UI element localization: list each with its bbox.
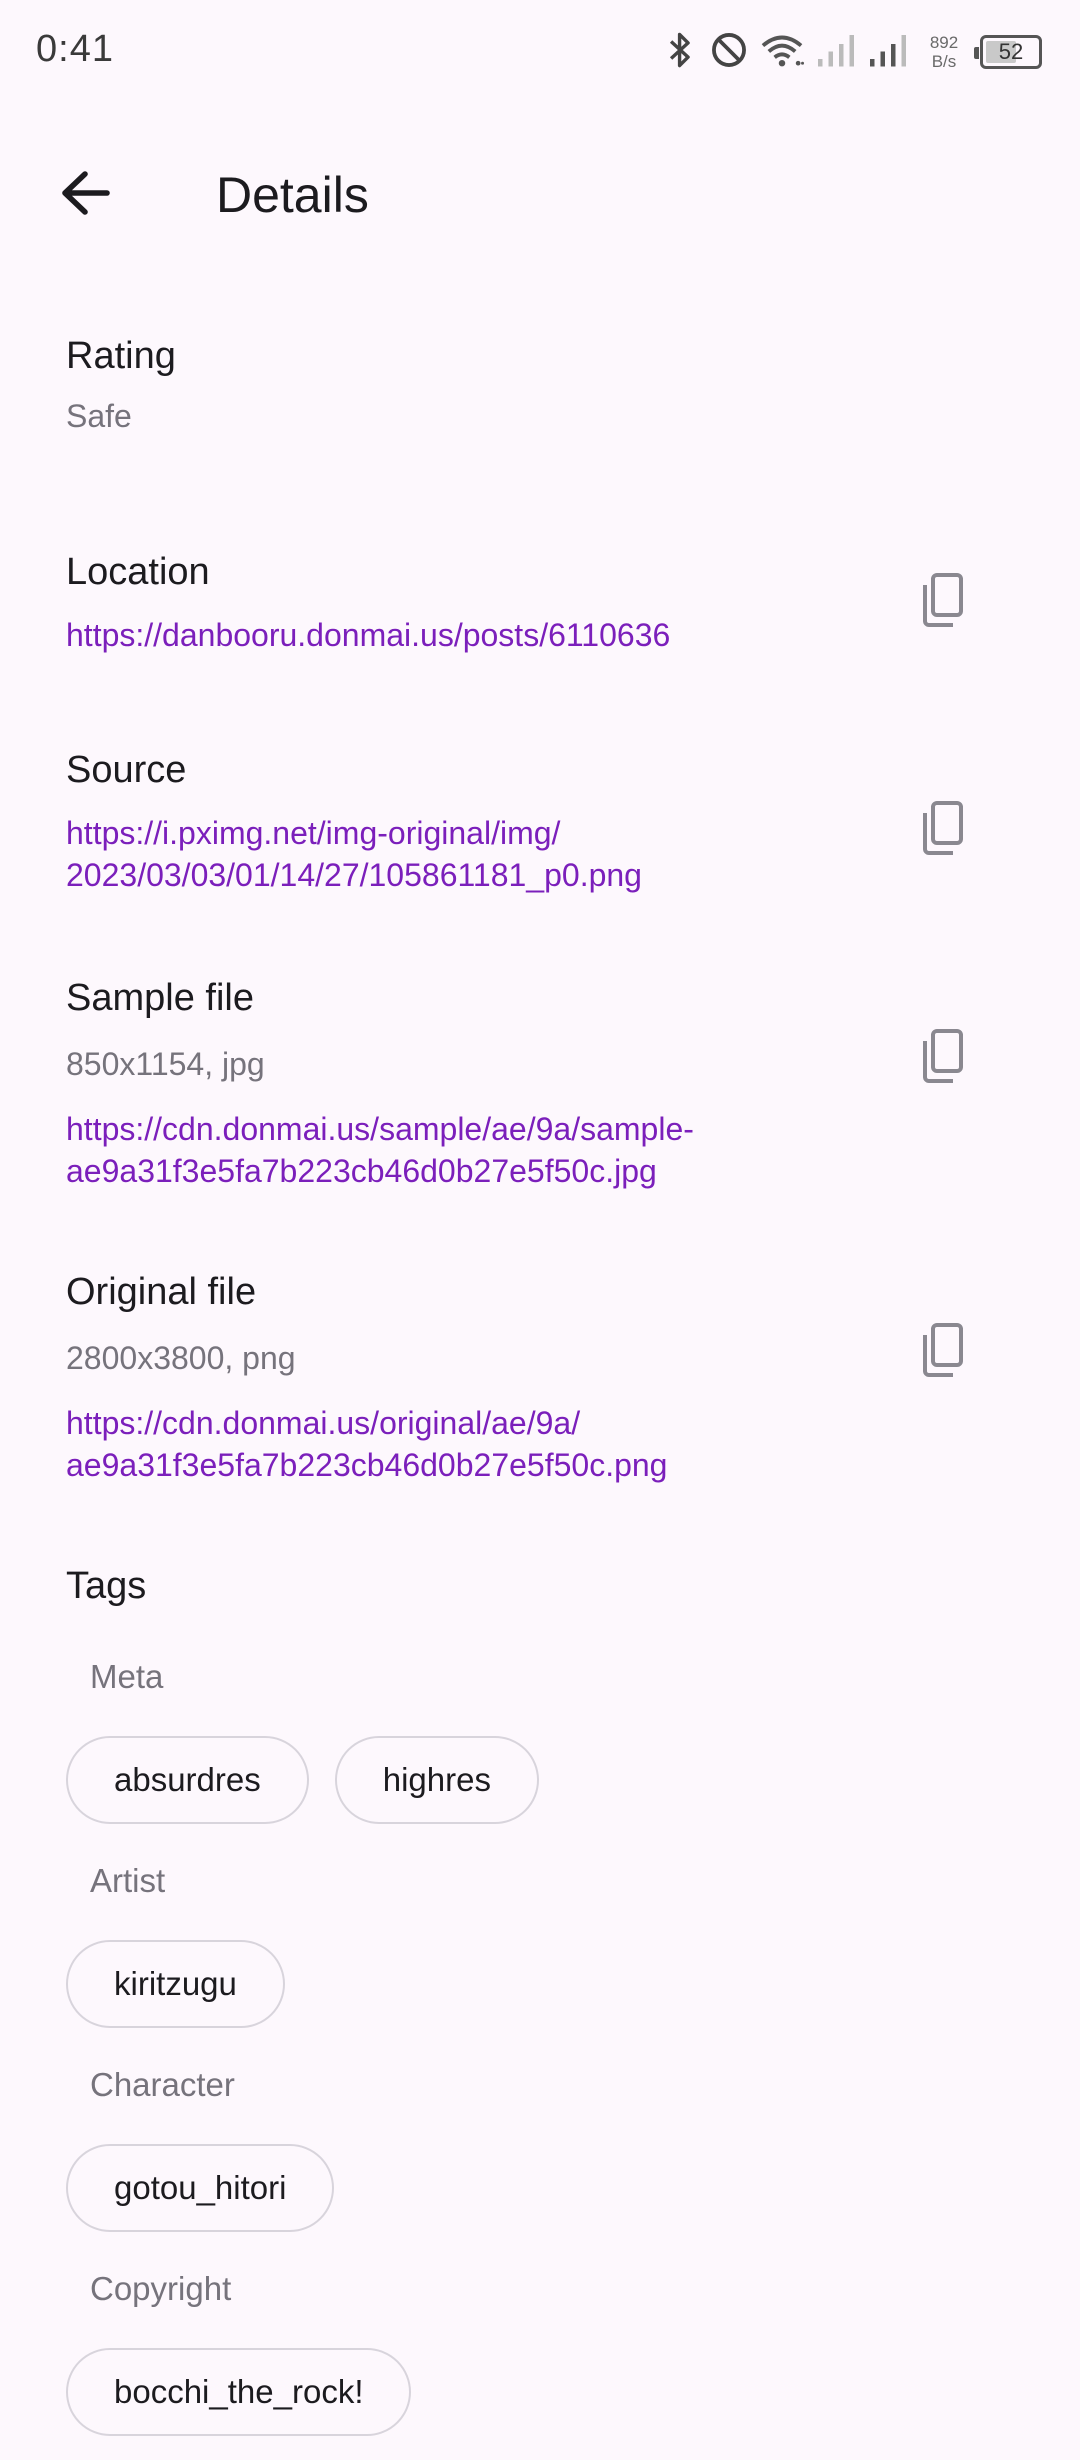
bluetooth-icon	[664, 30, 698, 75]
status-time: 0:41	[36, 28, 114, 70]
sample-file-link-line2: ae9a31f3e5fa7b223cb46d0b27e5f50c.jpg	[66, 1153, 657, 1189]
rating-title: Rating	[66, 335, 176, 377]
copy-icon	[917, 572, 965, 632]
sample-file-link[interactable]: https://cdn.donmai.us/sample/ae/9a/sampl…	[66, 1108, 966, 1192]
sample-file-info: 850x1154, jpg	[66, 1046, 265, 1082]
network-speed: 892 B/s	[920, 33, 968, 71]
copy-location-button[interactable]	[904, 565, 978, 639]
source-link-line2: 2023/03/03/01/14/27/105861181_p0.png	[66, 857, 642, 893]
do-not-disturb-icon	[710, 31, 748, 74]
tag-chip[interactable]: highres	[334, 1736, 539, 1824]
tag-group-character: gotou_hitori	[66, 2144, 335, 2232]
source-title: Source	[66, 749, 187, 791]
tag-group-meta: absurdres highres	[66, 1736, 539, 1824]
location-section: Location https://danbooru.donmai.us/post…	[66, 550, 966, 656]
rating-value: Safe	[66, 398, 132, 434]
sample-file-title: Sample file	[66, 977, 254, 1019]
tag-group-copyright: bocchi_the_rock!	[66, 2348, 412, 2436]
cell-signal-icon	[868, 32, 908, 73]
source-section: Source https://i.pximg.net/img-original/…	[66, 748, 966, 896]
copy-original-file-button[interactable]	[904, 1315, 978, 1389]
page-title: Details	[216, 167, 369, 223]
copy-sample-file-button[interactable]	[904, 1021, 978, 1095]
sample-file-section: Sample file 850x1154, jpg https://cdn.do…	[66, 976, 966, 1192]
tag-group-character-label: Character	[90, 2066, 235, 2103]
tag-group-artist-label: Artist	[90, 1862, 166, 1899]
arrow-left-icon	[59, 170, 111, 221]
tags-section: Tags	[66, 1564, 966, 1608]
original-file-info: 2800x3800, png	[66, 1340, 296, 1376]
tag-chip[interactable]: absurdres	[66, 1736, 309, 1824]
app-bar: Details	[0, 140, 1080, 250]
original-file-link[interactable]: https://cdn.donmai.us/original/ae/9a/ ae…	[66, 1402, 966, 1486]
original-file-section: Original file 2800x3800, png https://cdn…	[66, 1270, 966, 1486]
status-bar: 0:41 892 B/s 52	[0, 0, 1080, 100]
network-speed-value: 892	[929, 33, 959, 52]
original-file-link-line2: ae9a31f3e5fa7b223cb46d0b27e5f50c.png	[66, 1447, 668, 1483]
tag-chip[interactable]: gotou_hitori	[66, 2144, 335, 2232]
sample-file-link-line1: https://cdn.donmai.us/sample/ae/9a/sampl…	[66, 1111, 694, 1147]
copy-icon	[917, 1028, 965, 1088]
battery-level: 52	[998, 39, 1024, 64]
tag-chip[interactable]: bocchi_the_rock!	[66, 2348, 412, 2436]
rating-section: Rating Safe	[66, 334, 966, 436]
tag-group-meta-label: Meta	[90, 1658, 164, 1695]
status-icons: 892 B/s 52	[664, 28, 1042, 76]
location-title: Location	[66, 551, 210, 593]
cell-signal-icon	[816, 32, 856, 73]
wifi-icon	[760, 32, 804, 73]
copy-icon	[917, 1322, 965, 1382]
tag-chip[interactable]: kiritzugu	[66, 1940, 285, 2028]
copy-source-button[interactable]	[904, 793, 978, 867]
source-link-line1: https://i.pximg.net/img-original/img/	[66, 815, 561, 851]
battery-icon: 52	[974, 35, 1042, 69]
copy-icon	[917, 800, 965, 860]
tags-title: Tags	[66, 1565, 147, 1607]
tag-group-copyright-label: Copyright	[90, 2270, 232, 2307]
original-file-link-line1: https://cdn.donmai.us/original/ae/9a/	[66, 1405, 581, 1441]
tag-group-artist: kiritzugu	[66, 1940, 285, 2028]
details-screen: 0:41 892 B/s 52 Details Rating Safe Loca…	[0, 0, 1080, 2460]
network-speed-unit: B/s	[931, 52, 957, 71]
location-link[interactable]: https://danbooru.donmai.us/posts/6110636	[66, 614, 966, 656]
source-link[interactable]: https://i.pximg.net/img-original/img/ 20…	[66, 812, 966, 896]
back-button[interactable]	[40, 162, 130, 228]
original-file-title: Original file	[66, 1271, 257, 1313]
